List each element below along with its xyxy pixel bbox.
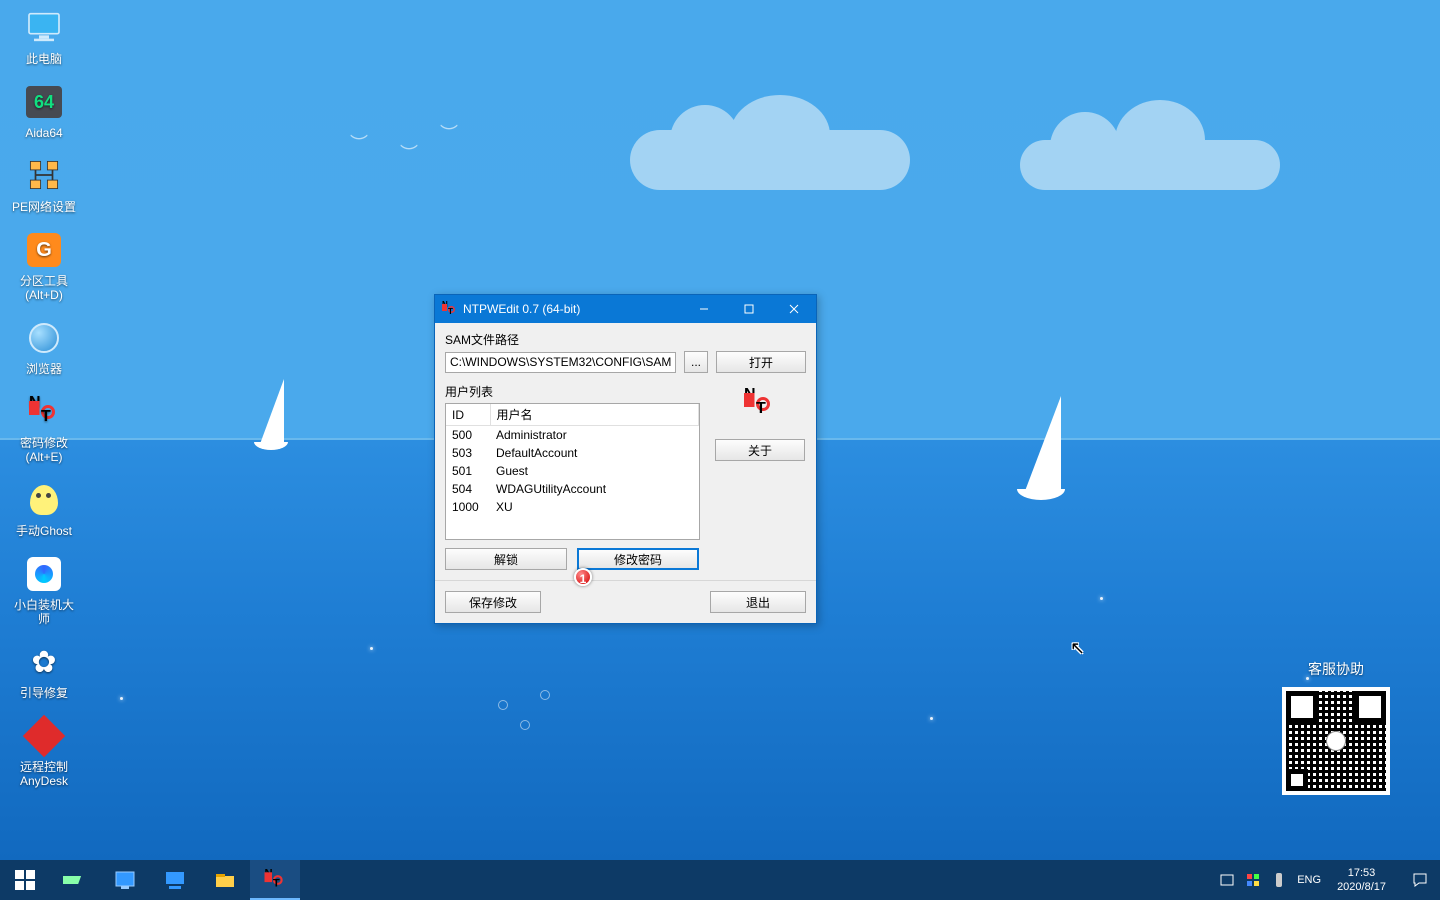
save-button[interactable]: 保存修改 [445,591,541,613]
cloud [630,130,910,190]
window-client: SAM文件路径 ... 打开 用户列表 ID 用户名 500Administra… [435,323,816,623]
ntpwedit-icon: NT [263,868,287,892]
taskbar: NT ENG 17:53 2020/8/17 [0,860,1440,900]
desktop-icon-ghost[interactable]: 手动Ghost [5,477,83,541]
desktop-icon-label: 此电脑 [5,52,83,66]
system-tray: ENG 17:53 2020/8/17 [1211,860,1400,900]
anydesk-icon [23,715,65,757]
qr-assist-panel: 客服协助 [1282,659,1390,795]
about-button[interactable]: 关于 [715,439,805,461]
desktop-icon-anydesk[interactable]: 远程控制 AnyDesk [5,713,83,791]
titlebar[interactable]: NT NTPWEdit 0.7 (64-bit) [435,295,816,323]
diskgenius-icon: G [27,233,61,267]
desktop-icon-label: 浏览器 [5,362,83,376]
table-row[interactable]: 501Guest [446,462,699,480]
desktop-icon-label: 手动Ghost [5,524,83,538]
ntpwedit-icon: NT [27,395,61,429]
taskbar-diskmgr[interactable] [100,860,150,900]
minimize-button[interactable] [681,295,726,323]
bird-icon: ︶ [350,130,368,156]
tray-clock[interactable]: 17:53 2020/8/17 [1331,866,1392,894]
change-password-button[interactable]: 修改密码 [577,548,699,570]
bird-icon: ︶ [400,140,418,166]
ntpwedit-window[interactable]: NT NTPWEdit 0.7 (64-bit) SAM文件路径 ... 打开 … [434,294,817,624]
taskbar-ntpwedit[interactable]: NT [250,860,300,900]
sparkle [930,717,933,720]
aida64-icon: 64 [26,86,62,118]
taskbar-explorer[interactable] [200,860,250,900]
tray-language[interactable]: ENG [1297,874,1321,886]
qr-title: 客服协助 [1282,659,1390,679]
col-username[interactable]: 用户名 [490,404,699,426]
tray-security-icon[interactable] [1245,872,1261,888]
bubble [520,720,530,730]
close-button[interactable] [771,295,816,323]
desktop-icon-label: 分区工具 (Alt+D) [5,274,83,302]
table-row[interactable]: 1000XU [446,498,699,516]
xiaobai-icon [27,557,61,591]
desktop-icons: 此电脑 64 Aida64 PE网络设置 G 分区工具 (Alt+D) 浏览器 … [5,5,95,801]
tray-time: 17:53 [1337,866,1386,880]
window-app-icon: NT [441,301,457,317]
open-button[interactable]: 打开 [716,351,806,373]
tray-date: 2020/8/17 [1337,880,1386,894]
sparkle [120,697,123,700]
cloud [1020,140,1280,190]
taskbar-network[interactable] [150,860,200,900]
sparkle [1100,597,1103,600]
table-row[interactable]: 504WDAGUtilityAccount [446,480,699,498]
window-controls [681,295,816,323]
col-id[interactable]: ID [446,404,490,426]
desktop-icon-label: 小白装机大 师 [5,598,83,626]
tray-show-hidden-icon[interactable] [1219,872,1235,888]
desktop-icon-label: 密码修改 (Alt+E) [5,436,83,464]
sailboat [1025,396,1065,500]
desktop-icon-label: Aida64 [5,126,83,140]
tray-usb-icon[interactable] [1271,872,1287,888]
browse-button[interactable]: ... [684,351,708,373]
user-list[interactable]: ID 用户名 500Administrator 503DefaultAccoun… [445,403,700,540]
desktop-icon-browser[interactable]: 浏览器 [5,315,83,379]
network-icon [27,158,61,195]
desktop-icon-diskgenius[interactable]: G 分区工具 (Alt+D) [5,227,83,305]
desktop-icon-pe-network[interactable]: PE网络设置 [5,153,83,217]
unlock-button[interactable]: 解锁 [445,548,567,570]
callout-1: 1 [574,568,592,586]
start-button[interactable] [0,860,50,900]
bubble [498,700,508,710]
app-logo-icon: NT [742,387,778,423]
globe-icon [29,323,59,353]
maximize-button[interactable] [726,295,771,323]
desktop-icon-ntpwedit[interactable]: NT 密码修改 (Alt+E) [5,389,83,467]
desktop-icon-label: PE网络设置 [5,200,83,214]
sam-path-label: SAM文件路径 [445,331,806,348]
desktop-icon-label: 引导修复 [5,686,83,700]
this-pc-icon [24,7,64,50]
sam-path-input[interactable] [445,352,676,373]
ghost-icon [30,485,58,515]
action-center-button[interactable] [1400,860,1440,900]
sparkle [370,647,373,650]
table-row[interactable]: 500Administrator [446,426,699,444]
bubble [540,690,550,700]
desktop-icon-boot-repair[interactable]: ✿ 引导修复 [5,639,83,703]
qr-code [1282,687,1390,795]
desktop-icon-aida64[interactable]: 64 Aida64 [5,79,83,143]
exit-button[interactable]: 退出 [710,591,806,613]
bird-icon: ︶ [440,120,458,146]
table-row[interactable]: 503DefaultAccount [446,444,699,462]
desktop-icon-this-pc[interactable]: 此电脑 [5,5,83,69]
pinwheel-icon: ✿ [31,645,56,680]
taskbar-hwinfo[interactable] [50,860,100,900]
desktop-icon-xiaobai[interactable]: 小白装机大 师 [5,551,83,629]
sailboat [260,379,288,450]
desktop-icon-label: 远程控制 AnyDesk [5,760,83,788]
window-title: NTPWEdit 0.7 (64-bit) [463,302,681,316]
userlist-label: 用户列表 [445,383,700,400]
